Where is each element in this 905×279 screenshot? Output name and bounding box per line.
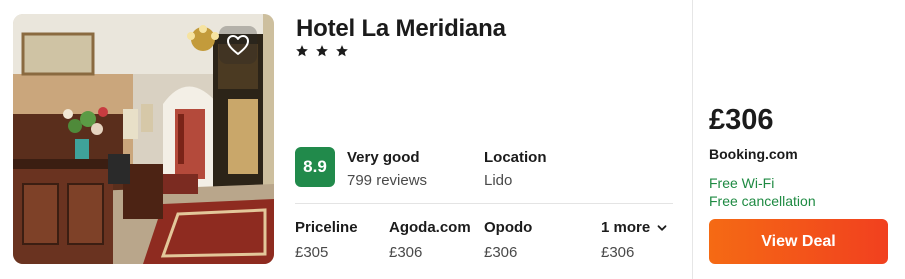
column-divider <box>692 0 693 279</box>
hotel-result-card: Hotel La Meridiana 8.9 Very good 799 rev… <box>0 0 905 279</box>
location-value[interactable]: Lido <box>484 172 512 189</box>
heart-outline-icon <box>227 35 249 55</box>
provider-price: £306 <box>389 244 423 261</box>
hotel-name[interactable]: Hotel La Meridiana <box>296 15 506 43</box>
favorite-button[interactable] <box>219 26 257 64</box>
amenity-wifi: Free Wi-Fi <box>709 175 775 191</box>
star-rating <box>295 44 349 58</box>
provider-name: Opodo <box>484 219 533 236</box>
deal-provider: Booking.com <box>709 146 798 162</box>
provider-priceline[interactable]: Priceline £305 <box>295 219 358 261</box>
view-deal-button[interactable]: View Deal <box>709 219 888 264</box>
amenity-cancellation: Free cancellation <box>709 193 816 209</box>
more-providers-label: 1 more <box>601 219 651 236</box>
provider-name: Agoda.com <box>389 219 471 236</box>
provider-price: £306 <box>484 244 518 261</box>
provider-price: £305 <box>295 244 329 261</box>
chevron-down-icon <box>657 224 667 231</box>
rating-score-badge[interactable]: 8.9 <box>295 147 335 187</box>
star-icon <box>296 45 308 57</box>
deal-price: £306 <box>709 104 774 136</box>
more-providers-price: £306 <box>601 244 635 261</box>
review-count[interactable]: 799 reviews <box>347 172 427 189</box>
divider <box>295 203 673 204</box>
star-icon <box>336 45 348 57</box>
hotel-photo[interactable] <box>13 14 274 264</box>
provider-name: Priceline <box>295 219 358 236</box>
rating-label: Very good <box>347 149 420 166</box>
star-icon <box>316 45 328 57</box>
provider-agoda[interactable]: Agoda.com £306 <box>389 219 471 261</box>
more-providers-toggle[interactable]: 1 more £306 <box>601 219 668 261</box>
location-label: Location <box>484 149 547 166</box>
provider-opodo[interactable]: Opodo £306 <box>484 219 532 261</box>
